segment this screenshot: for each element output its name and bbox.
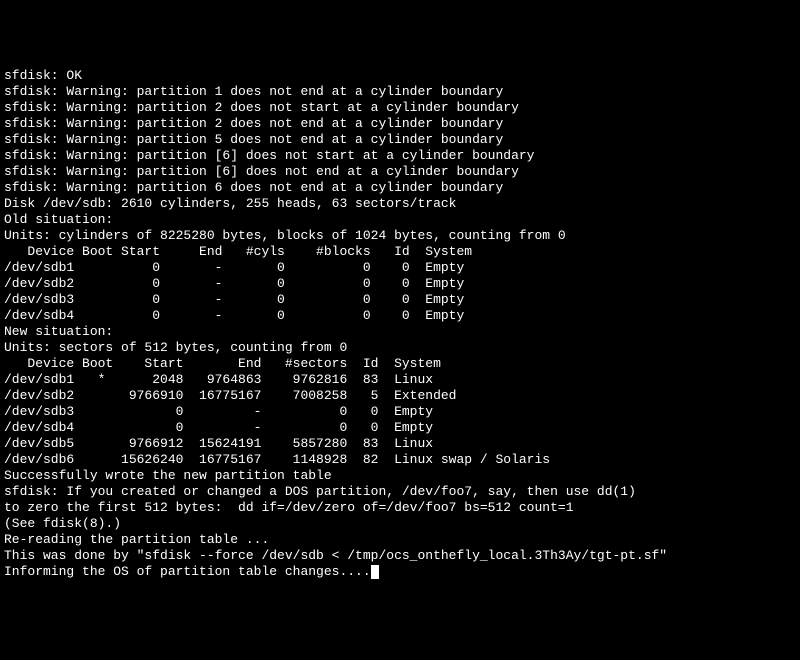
terminal-line: /dev/sdb2 9766910 16775167 7008258 5 Ext… — [4, 388, 796, 404]
terminal-line: sfdisk: OK — [4, 68, 796, 84]
terminal-line: /dev/sdb6 15626240 16775167 1148928 82 L… — [4, 452, 796, 468]
terminal-line: This was done by "sfdisk --force /dev/sd… — [4, 548, 796, 564]
terminal-line: sfdisk: Warning: partition 2 does not st… — [4, 100, 796, 116]
terminal-header: Device Boot Start End #sectors Id System — [4, 356, 796, 372]
terminal-line: sfdisk: Warning: partition 1 does not en… — [4, 84, 796, 100]
terminal-header: Device Boot Start End #cyls #blocks Id S… — [4, 244, 796, 260]
terminal-line: sfdisk: Warning: partition 5 does not en… — [4, 132, 796, 148]
terminal-line: New situation: — [4, 324, 796, 340]
terminal-line: Old situation: — [4, 212, 796, 228]
terminal-line: Units: cylinders of 8225280 bytes, block… — [4, 228, 796, 244]
terminal-line: sfdisk: Warning: partition 2 does not en… — [4, 116, 796, 132]
terminal-line: /dev/sdb4 0 - 0 0 Empty — [4, 420, 796, 436]
terminal-line: Re-reading the partition table ... — [4, 532, 796, 548]
terminal-line: (See fdisk(8).) — [4, 516, 796, 532]
terminal-line: Successfully wrote the new partition tab… — [4, 468, 796, 484]
terminal-line: /dev/sdb1 * 2048 9764863 9762816 83 Linu… — [4, 372, 796, 388]
terminal-line: Disk /dev/sdb: 2610 cylinders, 255 heads… — [4, 196, 796, 212]
terminal-line: sfdisk: Warning: partition 6 does not en… — [4, 180, 796, 196]
cursor-icon — [371, 565, 379, 579]
terminal-line: /dev/sdb3 0 - 0 0 0 Empty — [4, 292, 796, 308]
terminal-line: sfdisk: Warning: partition [6] does not … — [4, 148, 796, 164]
terminal-line: Units: sectors of 512 bytes, counting fr… — [4, 340, 796, 356]
terminal-line-with-cursor: Informing the OS of partition table chan… — [4, 564, 796, 580]
terminal-line: to zero the first 512 bytes: dd if=/dev/… — [4, 500, 796, 516]
terminal-line: /dev/sdb1 0 - 0 0 0 Empty — [4, 260, 796, 276]
terminal-line: sfdisk: If you created or changed a DOS … — [4, 484, 796, 500]
terminal-output[interactable]: sfdisk: OKsfdisk: Warning: partition 1 d… — [4, 68, 796, 580]
terminal-line: /dev/sdb3 0 - 0 0 Empty — [4, 404, 796, 420]
terminal-line: /dev/sdb2 0 - 0 0 0 Empty — [4, 276, 796, 292]
terminal-line: sfdisk: Warning: partition [6] does not … — [4, 164, 796, 180]
terminal-line: /dev/sdb4 0 - 0 0 0 Empty — [4, 308, 796, 324]
terminal-line: /dev/sdb5 9766912 15624191 5857280 83 Li… — [4, 436, 796, 452]
terminal-text: Informing the OS of partition table chan… — [4, 564, 371, 579]
